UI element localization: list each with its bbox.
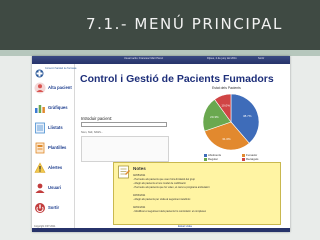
patient-search-input[interactable] — [81, 122, 167, 127]
sidebar-item-llistats[interactable]: Llistats — [34, 120, 72, 136]
note-line: - Afegir als pacients per visita al segu… — [133, 198, 191, 201]
pie-slice-label: 31.0% — [222, 137, 231, 141]
legend-entry: Regular — [204, 157, 218, 161]
notes-panel: Notes 02/05/2011 - Permetre als pacients… — [113, 162, 281, 225]
app-footer-bar — [32, 228, 290, 232]
note-line: - Modificar el seguiment dels pacients h… — [133, 210, 207, 213]
pie-slice-label: 10.0% — [221, 103, 230, 107]
chart-title: Estat dels Pacients — [212, 86, 241, 90]
legend-swatch — [204, 157, 207, 161]
date-text: Dijous, 2 de juny del 2011 — [207, 57, 237, 60]
legend-swatch — [242, 157, 245, 161]
alert-icon — [34, 162, 46, 173]
notes-icon — [118, 165, 130, 179]
app-logo: Consorci Sanitari de Terrassa — [35, 65, 76, 79]
sidebar-item-grafiques[interactable]: Gràfiques — [34, 100, 72, 116]
note-line: - Afegir als pacients al nou model de co… — [133, 182, 186, 185]
legend-label: Recaiguts — [246, 157, 259, 161]
app-screenshot: Usuari actiu: Francesc Marí Pérez Dijous… — [32, 56, 290, 232]
pie-slice-label: 38.7% — [243, 114, 252, 118]
note-line: 02/05/2011 — [133, 174, 146, 177]
logo-text: Consorci Sanitari de Terrassa — [45, 67, 77, 70]
logo-icon — [35, 69, 44, 78]
patient-search-label: Introduir pacient: — [81, 116, 113, 121]
exit-icon — [35, 203, 45, 213]
search-results-box — [81, 136, 169, 162]
chart-icon — [35, 105, 45, 113]
sidebar-item-label: Llistats — [48, 125, 63, 130]
pie-chart: 38.7% 31.0% 20.3% 10.0% — [202, 93, 260, 151]
pie-slice-label: 20.3% — [210, 115, 219, 119]
patients-status-chart: Estat dels Pacients 38.7% 31.0% 20.3% 10.0%… — [182, 86, 280, 162]
list-icon — [35, 122, 45, 134]
sidebar-item-label: Alertes — [48, 165, 63, 170]
sidebar-item-label: Plantilles — [48, 145, 67, 150]
sidebar-item-alertes[interactable]: Alertes — [34, 160, 72, 176]
slide-title: 7.1.- MENÚ PRINCIPAL — [86, 15, 283, 33]
note-line: - Permetre als pacients que usen hora li… — [133, 178, 195, 181]
sidebar-item-label: Sortir — [48, 205, 60, 210]
legend-entry: Recaiguts — [242, 157, 258, 161]
sidebar-item-label: Alta pacient — [48, 85, 72, 90]
sidebar-item-sortir[interactable]: Sortir — [34, 200, 72, 216]
template-icon — [35, 142, 45, 154]
active-user-text: Usuari actiu: Francesc Marí Pérez — [124, 57, 164, 60]
sidebar: Consorci Sanitari de Terrassa Alta pacie… — [32, 64, 76, 232]
search-hint: Nom, NHI, NASS... — [81, 131, 104, 134]
sidebar-item-usuari[interactable]: Usuari — [34, 180, 72, 196]
page-title: Control i Gestió de Pacients Fumadors — [80, 73, 274, 85]
sidebar-item-plantilles[interactable]: Plantilles — [34, 140, 72, 156]
user-add-icon — [34, 82, 46, 94]
note-line: 02/01/2011 — [133, 206, 146, 209]
note-line: 18/03/2011 — [133, 194, 146, 197]
notes-title: Notes — [133, 166, 146, 171]
user-icon — [35, 183, 45, 193]
logout-link[interactable]: Sortir — [258, 57, 264, 60]
note-line: - Permetre als pacients que ho volen, el… — [133, 186, 210, 189]
sidebar-item-alta-pacient[interactable]: Alta pacient — [34, 80, 72, 96]
sidebar-item-label: Usuari — [48, 185, 62, 190]
slide-title-band: 7.1.- MENÚ PRINCIPAL — [0, 0, 320, 50]
app-topbar: Usuari actiu: Francesc Marí Pérez Dijous… — [32, 56, 290, 64]
legend-label: Regular — [208, 157, 218, 161]
sidebar-item-label: Gràfiques — [48, 105, 68, 110]
